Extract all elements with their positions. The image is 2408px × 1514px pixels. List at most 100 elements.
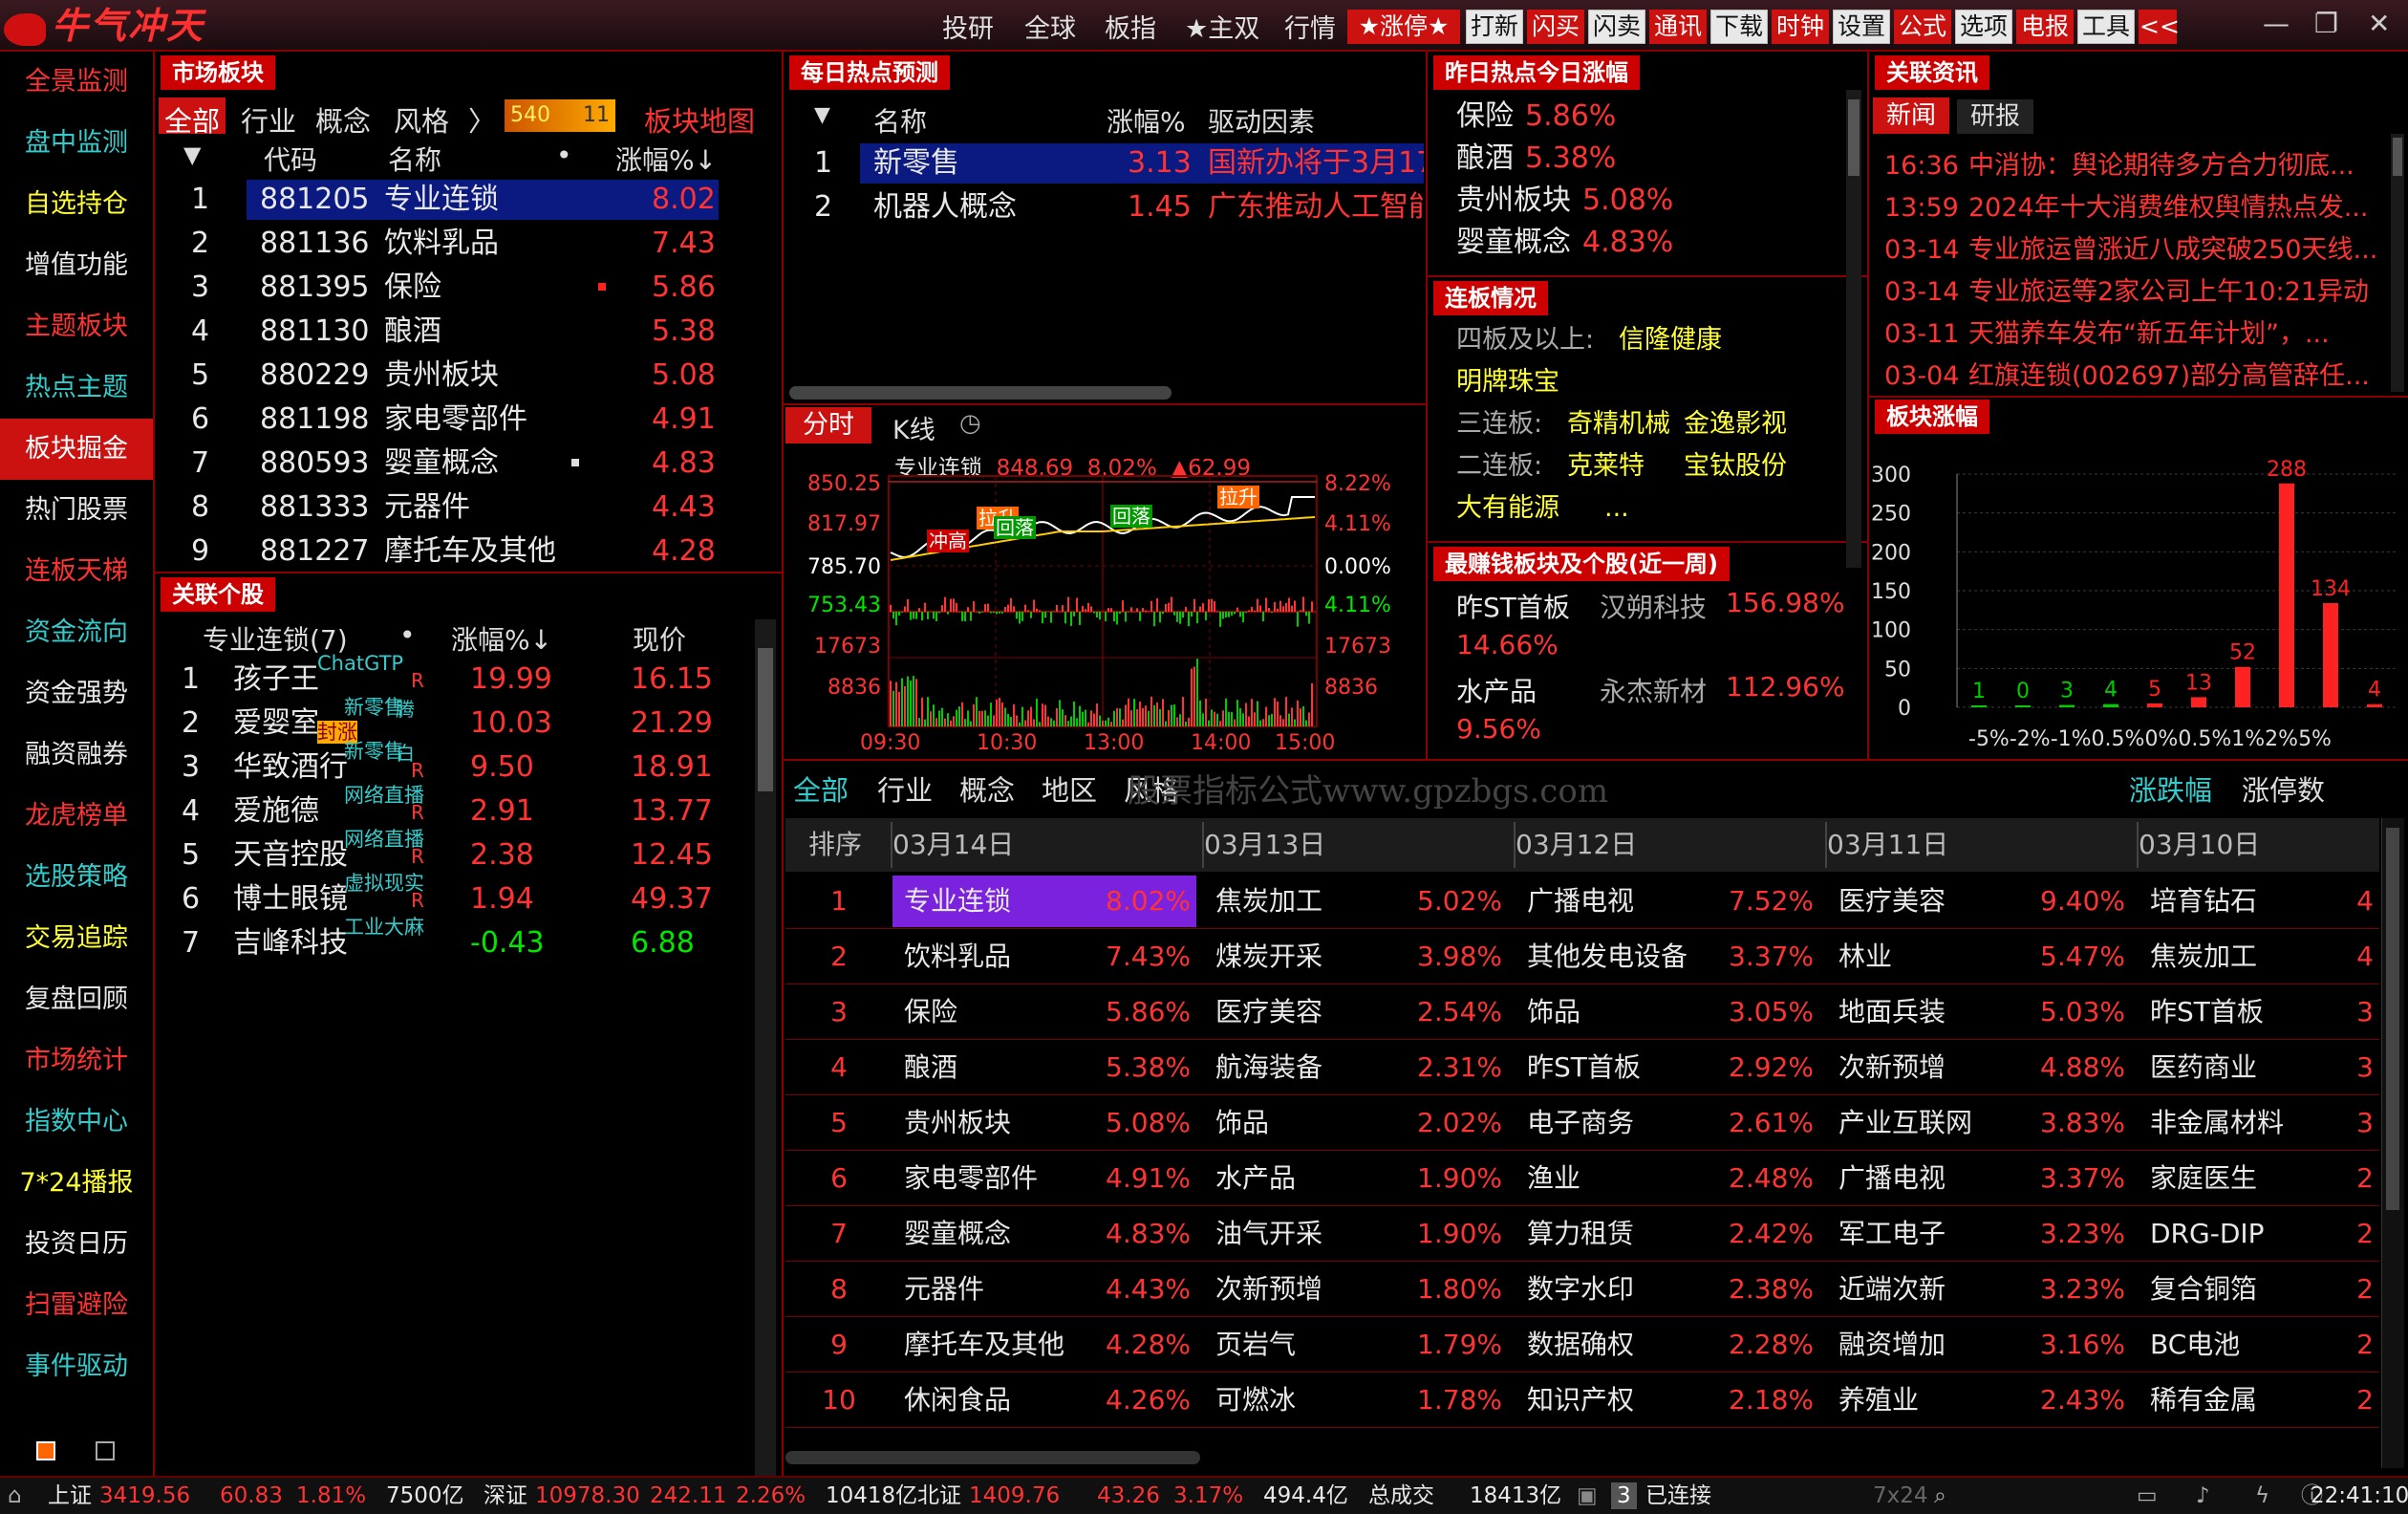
sector-name[interactable]: 保险: [904, 984, 957, 1040]
mute-icon[interactable]: ♪: [2196, 1478, 2210, 1514]
sector-name[interactable]: 饰品: [1527, 984, 1580, 1040]
table-row[interactable]: 4 爱施德 网络直播 R 2.91 13.77: [0, 784, 755, 832]
sort-arrow-icon[interactable]: ▼: [814, 103, 830, 127]
flash-sell-button[interactable]: 闪卖: [1588, 10, 1645, 44]
camera-icon[interactable]: ▣: [1577, 1478, 1598, 1514]
formula-button[interactable]: 公式: [1894, 10, 1951, 44]
sector-name[interactable]: 家庭医生: [2150, 1151, 2257, 1206]
refresh-icon[interactable]: ◷: [959, 409, 981, 438]
scrollbar-thumb[interactable]: [758, 648, 773, 791]
sector-name[interactable]: 专业连锁: [904, 874, 1011, 929]
table-row[interactable]: 1 新零售 3.13 国新办将于3月17: [0, 143, 1424, 184]
tab-style[interactable]: 风格: [394, 99, 449, 140]
home-icon[interactable]: ⌂: [8, 1478, 22, 1514]
sector-name[interactable]: 融资增加: [1838, 1317, 1946, 1373]
sector-name[interactable]: 焦炭加工: [1215, 874, 1322, 929]
news247-label[interactable]: 7x24: [1873, 1478, 1928, 1514]
sector-name[interactable]: 林业: [1838, 929, 1892, 984]
tab-kline[interactable]: K线: [892, 409, 935, 446]
settings-button[interactable]: 设置: [1833, 10, 1890, 44]
sector-name[interactable]: 近端次新: [1838, 1262, 1946, 1317]
scrollbar-thumb[interactable]: [2393, 138, 2402, 176]
table-row[interactable]: 1 孩子王 ChatGTP R 19.99 16.15: [0, 652, 755, 700]
intraday-chart[interactable]: 850.25 817.97 785.70 753.43 17673 8836 8…: [785, 447, 1426, 757]
table-row[interactable]: 6 博士眼镜 虚拟现实 R 1.94 49.37: [0, 872, 755, 919]
clock-button[interactable]: 时钟: [1772, 10, 1829, 44]
minimize-icon[interactable]: —: [2263, 8, 2290, 39]
sidebar-item[interactable]: 资金流向: [0, 602, 153, 663]
col-date[interactable]: 03月12日: [1516, 818, 1637, 872]
dist-bar[interactable]: [2323, 603, 2338, 707]
sector-name[interactable]: 医药商业: [2150, 1040, 2257, 1095]
download-button[interactable]: 下载: [1710, 10, 1768, 44]
sector-name[interactable]: 电子商务: [1527, 1095, 1634, 1151]
sector-name[interactable]: 医疗美容: [1838, 874, 1946, 929]
close-icon[interactable]: ✕: [2368, 8, 2390, 39]
limit-stock[interactable]: 信隆健康: [1619, 321, 1722, 359]
sector-name[interactable]: 婴童概念: [904, 1206, 1011, 1262]
table-row[interactable]: 2 881136 饮料乳品 7.43: [0, 224, 774, 264]
sector-name[interactable]: 复合铜箔: [2150, 1262, 2257, 1317]
dist-bar[interactable]: [2147, 703, 2162, 707]
sector-name[interactable]: 广播电视: [1838, 1151, 1946, 1206]
table-row[interactable]: 6 家电零部件 4.91% 水产品 1.90% 渔业 2.48% 广播电视 3.37% 家庭医生 2: [785, 1151, 2379, 1206]
col-pct[interactable]: 涨幅%↓: [451, 619, 552, 658]
scrollbar[interactable]: [1846, 90, 1861, 568]
search-icon[interactable]: ⌕: [1934, 1478, 1946, 1514]
limit-stock[interactable]: 奇精机械: [1567, 405, 1670, 443]
sector-name[interactable]: 军工电子: [1838, 1206, 1946, 1262]
tab-more[interactable]: 〉: [468, 99, 496, 140]
sector-name[interactable]: 可燃冰: [1215, 1373, 1296, 1428]
sector-name[interactable]: 昨ST首板: [1527, 1040, 1641, 1095]
sector-map-link[interactable]: 板块地图: [644, 99, 755, 140]
sidebar-item[interactable]: 扫雷避险: [0, 1275, 153, 1336]
limit-stock[interactable]: 明牌珠宝: [1456, 363, 1559, 401]
table-row[interactable]: 9 881227 摩托车及其他 4.28: [0, 531, 774, 572]
dist-bar[interactable]: [2235, 666, 2250, 707]
sidebar-item[interactable]: 复盘回顾: [0, 969, 153, 1030]
sector-name[interactable]: 航海装备: [1215, 1040, 1322, 1095]
limit-stock[interactable]: 金逸影视: [1684, 405, 1787, 443]
table-row[interactable]: 4 881130 酿酒 5.38: [0, 312, 774, 352]
tab-rise-fall[interactable]: 涨跌幅: [2129, 768, 2212, 809]
scrollbar-thumb[interactable]: [1848, 99, 1860, 176]
scrollbar[interactable]: [755, 619, 776, 1476]
tab-concept[interactable]: 概念: [315, 99, 371, 140]
sector-name[interactable]: 油气开采: [1215, 1206, 1322, 1262]
table-row[interactable]: 9 摩托车及其他 4.28% 页岩气 1.79% 数据确权 2.28% 融资增加 3.16% BC…: [785, 1317, 2379, 1373]
telegraph-button[interactable]: 电报: [2016, 10, 2074, 44]
options-button[interactable]: 选项: [1955, 10, 2012, 44]
dist-bar[interactable]: [2279, 483, 2294, 707]
sector-name[interactable]: 产业互联网: [1838, 1095, 1972, 1151]
sector-name[interactable]: 数据确权: [1527, 1317, 1634, 1373]
nav-touyan[interactable]: 投研: [942, 8, 994, 45]
table-row[interactable]: 2 机器人概念 1.45 广东推动人工智能: [0, 187, 1424, 227]
table-row[interactable]: 8 881333 元器件 4.43: [0, 487, 774, 528]
tab-industry[interactable]: 行业: [877, 768, 933, 809]
tab-news[interactable]: 新闻: [1873, 97, 1949, 134]
sector-name[interactable]: 其他发电设备: [1527, 929, 1688, 984]
ipo-button[interactable]: 打新: [1466, 10, 1523, 44]
limit-stock[interactable]: 大有能源: [1456, 489, 1559, 528]
sector-name[interactable]: 地面兵装: [1838, 984, 1946, 1040]
limit-stock[interactable]: 克莱特: [1567, 447, 1645, 486]
sector-name[interactable]: 元器件: [904, 1262, 984, 1317]
tab-industry[interactable]: 行业: [241, 99, 296, 140]
sector-name[interactable]: 水产品: [1215, 1151, 1296, 1206]
table-row[interactable]: 1 专业连锁 8.02% 焦炭加工 5.02% 广播电视 7.52% 医疗美容 9.40% 培育钻…: [785, 874, 2379, 929]
table-row[interactable]: 8 元器件 4.43% 次新预增 1.80% 数字水印 2.38% 近端次新 3.23% 复合铜箔…: [785, 1262, 2379, 1317]
sidebar-item[interactable]: 指数中心: [0, 1092, 153, 1153]
chat-icon[interactable]: ▭: [2137, 1478, 2158, 1514]
tab-research[interactable]: 研报: [1957, 99, 2033, 134]
sidebar-item[interactable]: 7*24播报: [0, 1153, 153, 1214]
nav-quanqiu[interactable]: 全球: [1024, 8, 1076, 45]
nav-banzhi[interactable]: 板指: [1105, 8, 1156, 45]
table-row[interactable]: 10 休闲食品 4.26% 可燃冰 1.78% 知识产权 2.18% 养殖业 2.43% 稀有金属…: [785, 1373, 2379, 1428]
col-date[interactable]: 03月10日: [2139, 818, 2260, 872]
sector-name[interactable]: 煤炭开采: [1215, 929, 1322, 984]
nav-hangqing[interactable]: 行情: [1284, 8, 1336, 45]
tab-concept[interactable]: 概念: [959, 768, 1015, 809]
sector-name[interactable]: 医疗美容: [1215, 984, 1322, 1040]
scrollbar[interactable]: [2381, 818, 2404, 1468]
table-row[interactable]: 3 保险 5.86% 医疗美容 2.54% 饰品 3.05% 地面兵装 5.03% 昨ST首板 3: [785, 984, 2379, 1040]
